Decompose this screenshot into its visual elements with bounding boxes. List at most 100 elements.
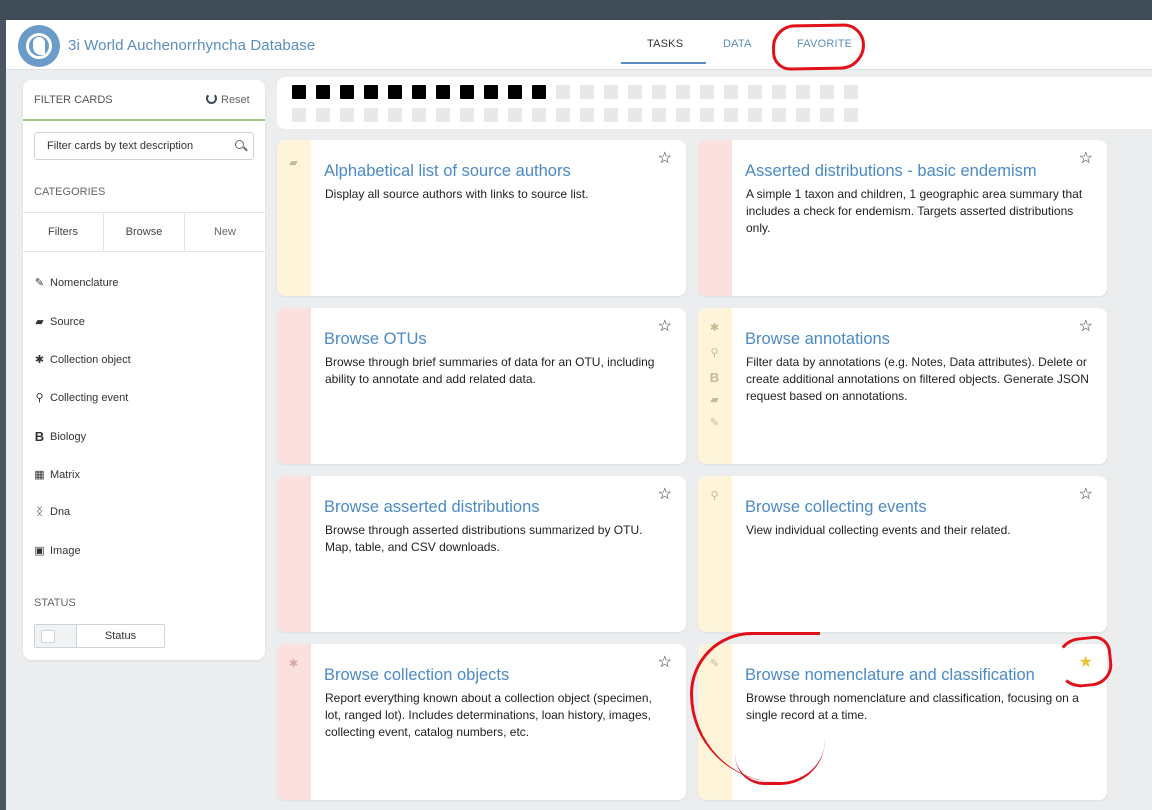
- task-card[interactable]: ✱ ⚲ B ▰ ✎ Browse annotations Filter data…: [698, 308, 1107, 464]
- category-collection-object[interactable]: ✱ Collection object: [34, 353, 131, 367]
- toggle-switch[interactable]: [35, 625, 77, 647]
- page-dot[interactable]: [604, 85, 618, 99]
- card-title[interactable]: Browse asserted distributions: [324, 498, 540, 517]
- page-dot[interactable]: [388, 85, 402, 99]
- page-dot[interactable]: [364, 108, 378, 122]
- category-collecting-event[interactable]: ⚲ Collecting event: [34, 391, 129, 405]
- page-dot[interactable]: [844, 85, 858, 99]
- nav-tab-data[interactable]: DATA: [723, 38, 752, 50]
- table-icon: ▦: [34, 469, 45, 481]
- category-source[interactable]: ▰ Source: [34, 315, 85, 329]
- page-dot[interactable]: [436, 85, 450, 99]
- task-card[interactable]: Browse OTUs Browse through brief summari…: [277, 308, 686, 464]
- page-dot[interactable]: [532, 108, 546, 122]
- page-dot[interactable]: [556, 85, 570, 99]
- lizard-logo-icon[interactable]: [18, 25, 60, 67]
- page-dot[interactable]: [316, 85, 330, 99]
- task-card[interactable]: ▰ Alphabetical list of source authors Di…: [277, 140, 686, 296]
- page-dot[interactable]: [460, 85, 474, 99]
- tab-browse[interactable]: Browse: [104, 213, 185, 251]
- page-dot[interactable]: [652, 108, 666, 122]
- tab-new[interactable]: New: [185, 213, 265, 251]
- page-dot[interactable]: [628, 108, 642, 122]
- search-icon[interactable]: [235, 140, 244, 149]
- page-dot[interactable]: [796, 108, 810, 122]
- card-title[interactable]: Asserted distributions - basic endemism: [745, 162, 1037, 181]
- star-icon[interactable]: ☆: [1079, 151, 1093, 167]
- card-title[interactable]: Browse OTUs: [324, 330, 427, 349]
- card-title[interactable]: Alphabetical list of source authors: [324, 162, 571, 181]
- category-label: Nomenclature: [50, 276, 119, 289]
- task-card[interactable]: Asserted distributions - basic endemism …: [698, 140, 1107, 296]
- page-dot[interactable]: [412, 85, 426, 99]
- page-dot[interactable]: [700, 85, 714, 99]
- star-icon[interactable]: ☆: [658, 319, 672, 335]
- page-dot[interactable]: [772, 108, 786, 122]
- page-dot[interactable]: [484, 108, 498, 122]
- page-dot[interactable]: [844, 108, 858, 122]
- category-biology[interactable]: B Biology: [34, 429, 86, 444]
- page-dot[interactable]: [820, 108, 834, 122]
- card-title[interactable]: Browse annotations: [745, 330, 890, 349]
- page-dot[interactable]: [724, 85, 738, 99]
- page-dot[interactable]: [676, 108, 690, 122]
- category-nomenclature[interactable]: ✎ Nomenclature: [34, 276, 119, 290]
- nav-tab-tasks[interactable]: TASKS: [647, 38, 683, 50]
- reset-button[interactable]: Reset: [206, 93, 250, 106]
- star-icon[interactable]: ☆: [1079, 319, 1093, 335]
- page-dot[interactable]: [436, 108, 450, 122]
- page-dot[interactable]: [292, 108, 306, 122]
- star-icon[interactable]: ☆: [658, 487, 672, 503]
- task-card[interactable]: ⚲ Browse collecting events View individu…: [698, 476, 1107, 632]
- page-dot[interactable]: [676, 85, 690, 99]
- task-card[interactable]: ✱ Browse collection objects Report every…: [277, 644, 686, 800]
- bug-icon: ✱: [34, 354, 45, 366]
- page-dot[interactable]: [388, 108, 402, 122]
- category-matrix[interactable]: ▦ Matrix: [34, 468, 80, 482]
- category-dna[interactable]: ᛝ Dna: [34, 506, 70, 518]
- task-card[interactable]: Browse asserted distributions Browse thr…: [277, 476, 686, 632]
- page-dot[interactable]: [556, 108, 570, 122]
- page-dot[interactable]: [820, 85, 834, 99]
- page-dot[interactable]: [700, 108, 714, 122]
- star-icon[interactable]: ☆: [1079, 487, 1093, 503]
- category-label: Collecting event: [50, 391, 129, 404]
- page-dot[interactable]: [508, 108, 522, 122]
- page-dot[interactable]: [604, 108, 618, 122]
- page-dot[interactable]: [580, 108, 594, 122]
- page-dot[interactable]: [748, 108, 762, 122]
- page-dot[interactable]: [508, 85, 522, 99]
- star-icon[interactable]: ☆: [658, 655, 672, 671]
- card-title[interactable]: Browse collection objects: [324, 666, 509, 685]
- star-icon[interactable]: ☆: [658, 151, 672, 167]
- filter-search-input[interactable]: [34, 132, 254, 160]
- page-dot[interactable]: [748, 85, 762, 99]
- page-dot[interactable]: [340, 108, 354, 122]
- page-dot[interactable]: [772, 85, 786, 99]
- page-dot[interactable]: [484, 85, 498, 99]
- page-dot[interactable]: [652, 85, 666, 99]
- tab-filters[interactable]: Filters: [23, 213, 104, 251]
- page-dot[interactable]: [724, 108, 738, 122]
- book-icon: ▰: [35, 316, 44, 328]
- page-dot[interactable]: [796, 85, 810, 99]
- page-dot[interactable]: [364, 85, 378, 99]
- category-label: Biology: [50, 430, 87, 443]
- page-dot[interactable]: [292, 85, 306, 99]
- categories-heading: CATEGORIES: [34, 186, 106, 198]
- category-label: Collection object: [50, 353, 131, 366]
- page-dot[interactable]: [460, 108, 474, 122]
- book-icon: ▰: [710, 394, 719, 406]
- page-dot[interactable]: [316, 108, 330, 122]
- page-dot[interactable]: [628, 85, 642, 99]
- page-dot[interactable]: [532, 85, 546, 99]
- page-dot[interactable]: [580, 85, 594, 99]
- category-image[interactable]: ▣ Image: [34, 544, 80, 558]
- page-dot[interactable]: [412, 108, 426, 122]
- status-toggle[interactable]: Status: [34, 624, 165, 648]
- card-title[interactable]: Browse collecting events: [745, 498, 927, 517]
- page-dot[interactable]: [340, 85, 354, 99]
- app-title[interactable]: 3i World Auchenorrhyncha Database: [68, 37, 315, 54]
- map-pin-icon: ⚲: [35, 392, 44, 404]
- edit-icon: ✎: [709, 417, 720, 429]
